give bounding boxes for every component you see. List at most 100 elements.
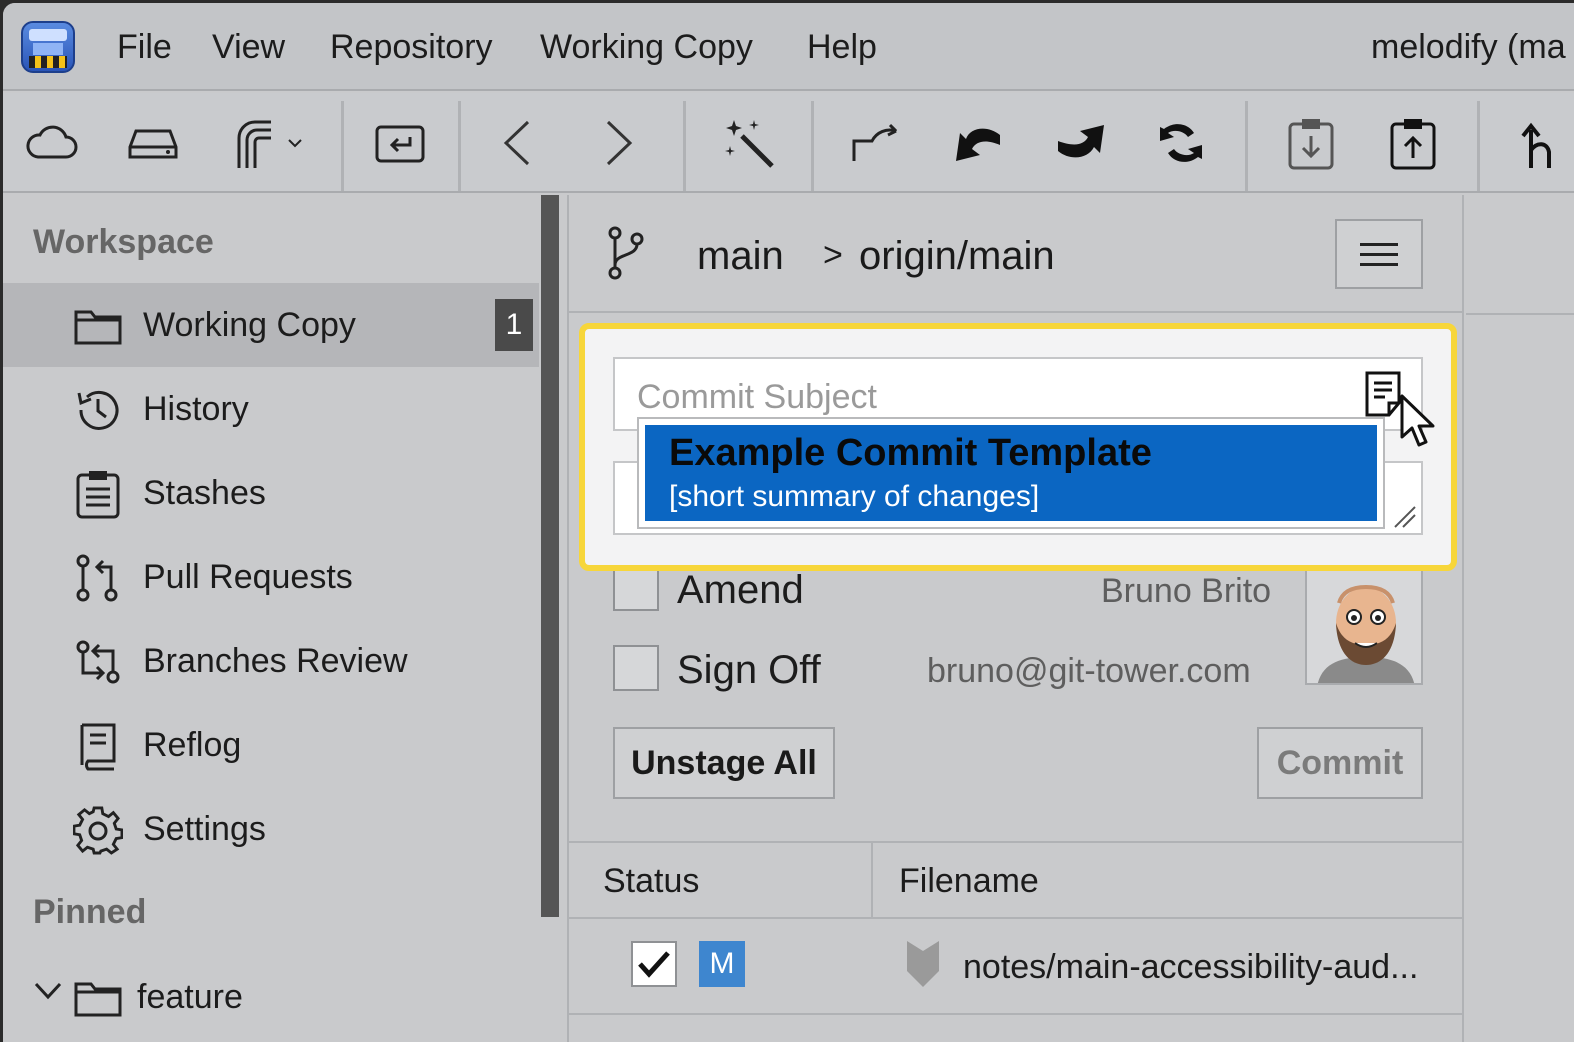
- git-flow-icon: [237, 120, 302, 168]
- down-arrow-icon: [903, 941, 943, 996]
- commit-button[interactable]: Commit: [1257, 727, 1423, 799]
- tower-app-icon[interactable]: [21, 21, 75, 73]
- window-title: melodify (ma: [1371, 28, 1566, 66]
- reflog-icon: [73, 721, 123, 771]
- commit-subject-placeholder: Commit Subject: [637, 378, 877, 416]
- file-name: notes/main-accessibility-aud...: [963, 948, 1419, 986]
- hamburger-icon: [1360, 242, 1398, 246]
- resize-grip-icon[interactable]: [1391, 503, 1417, 529]
- author-email: bruno@git-tower.com: [927, 652, 1251, 690]
- pull-button[interactable]: [951, 111, 1007, 175]
- push-button[interactable]: [1053, 111, 1109, 175]
- sidebar-item-label: Pull Requests: [143, 558, 353, 596]
- sidebar-item-reflog[interactable]: Reflog: [3, 703, 539, 787]
- template-summary: [short summary of changes]: [669, 480, 1040, 513]
- pop-stash-button[interactable]: [1385, 111, 1441, 175]
- fetch-arrow-icon: [852, 123, 898, 161]
- local-branch-name: main: [697, 234, 784, 278]
- author-name: Bruno Brito: [1101, 572, 1272, 610]
- mouse-pointer-icon: [1399, 393, 1439, 456]
- sidebar-item-label: Working Copy: [143, 306, 356, 344]
- status-column-header[interactable]: Status: [603, 861, 699, 901]
- sidebar-item-label: Stashes: [143, 474, 266, 512]
- pull-arrow-icon: [956, 128, 1000, 161]
- sign-off-checkbox[interactable]: [613, 645, 659, 691]
- branch-separator: >: [823, 236, 843, 274]
- cloud-icon: [26, 125, 78, 159]
- branches-review-icon: [73, 637, 123, 687]
- sidebar-scrollbar[interactable]: [541, 195, 559, 917]
- terminal-return-icon: [375, 125, 425, 163]
- amend-checkbox[interactable]: [613, 565, 659, 611]
- git-flow-button[interactable]: [231, 111, 315, 175]
- sidebar-item-pull-requests[interactable]: Pull Requests: [3, 535, 539, 619]
- template-title: Example Commit Template: [669, 432, 1152, 474]
- hamburger-menu-button[interactable]: [1335, 219, 1423, 289]
- branch-arrow-icon: [1521, 122, 1551, 168]
- file-table-header: Status Filename: [569, 841, 1462, 919]
- folder-icon: [73, 301, 123, 351]
- checkmark-icon: [638, 951, 670, 978]
- filename-column-header[interactable]: Filename: [899, 861, 1039, 901]
- branch-action-button[interactable]: [1517, 111, 1557, 175]
- amend-label: Amend: [677, 568, 804, 612]
- chevron-left-icon: [503, 120, 530, 166]
- stash-button[interactable]: [1283, 111, 1339, 175]
- pinned-item-label: feature: [137, 978, 243, 1016]
- forward-button[interactable]: [599, 111, 639, 175]
- sign-off-label: Sign Off: [677, 648, 821, 692]
- author-avatar: [1305, 565, 1423, 685]
- history-icon: [73, 385, 123, 435]
- sidebar-item-label: Branches Review: [143, 642, 408, 680]
- cloud-button[interactable]: [23, 111, 79, 175]
- local-drive-button[interactable]: [125, 111, 181, 175]
- menu-repository[interactable]: Repository: [330, 27, 493, 67]
- sidebar-item-label: Reflog: [143, 726, 242, 764]
- unstage-all-button[interactable]: Unstage All: [613, 727, 835, 799]
- chevron-down-icon[interactable]: [33, 981, 63, 1006]
- gear-icon: [73, 805, 123, 855]
- push-arrow-icon: [1058, 125, 1104, 158]
- stashes-icon: [73, 469, 123, 519]
- sidebar-item-label: History: [143, 390, 249, 428]
- clipboard-up-icon: [1390, 119, 1436, 170]
- menu-help[interactable]: Help: [807, 27, 877, 67]
- branch-icon: [605, 225, 647, 286]
- table-row[interactable]: M notes/main-accessibility-aud...: [569, 919, 1462, 1015]
- app-window: File View Repository Working Copy Help m…: [3, 3, 1574, 1042]
- commit-composer-highlight: Commit Subject Example Commit Template […: [579, 323, 1457, 571]
- magic-wand-icon: [725, 120, 774, 168]
- sync-arrows-icon: [1160, 124, 1202, 162]
- commit-template-option[interactable]: Example Commit Template [short summary o…: [645, 425, 1377, 521]
- back-button[interactable]: [497, 111, 537, 175]
- fetch-button[interactable]: [849, 111, 905, 175]
- drive-icon: [128, 129, 178, 159]
- sidebar: Workspace Working Copy 1 History Stashes: [3, 195, 543, 1042]
- remote-branch-name: origin/main: [859, 234, 1055, 278]
- changes-count-badge: 1: [495, 299, 533, 351]
- folder-icon: [73, 973, 123, 1023]
- menu-working-copy[interactable]: Working Copy: [540, 27, 753, 67]
- quick-actions-button[interactable]: [721, 111, 777, 175]
- sidebar-item-history[interactable]: History: [3, 367, 539, 451]
- branch-bar: main > origin/main: [569, 195, 1462, 313]
- sidebar-item-working-copy[interactable]: Working Copy 1: [3, 283, 539, 367]
- pinned-item-feature[interactable]: feature: [3, 955, 539, 1039]
- sidebar-item-label: Settings: [143, 810, 266, 848]
- sync-button[interactable]: [1153, 111, 1209, 175]
- sidebar-item-settings[interactable]: Settings: [3, 787, 539, 871]
- stage-checkbox[interactable]: [631, 941, 677, 987]
- modified-status-badge: M: [699, 941, 745, 987]
- sidebar-item-branches-review[interactable]: Branches Review: [3, 619, 539, 703]
- menu-view[interactable]: View: [212, 27, 285, 67]
- chevron-right-icon: [606, 120, 633, 166]
- sidebar-item-stashes[interactable]: Stashes: [3, 451, 539, 535]
- toolbar: [3, 93, 1574, 193]
- clipboard-down-icon: [1288, 119, 1334, 170]
- right-pane: [1466, 195, 1574, 1042]
- pull-request-icon: [73, 553, 123, 603]
- menu-file[interactable]: File: [117, 27, 172, 67]
- pinned-heading: Pinned: [33, 893, 147, 931]
- menu-bar: File View Repository Working Copy Help m…: [3, 3, 1574, 91]
- open-terminal-button[interactable]: [373, 111, 429, 175]
